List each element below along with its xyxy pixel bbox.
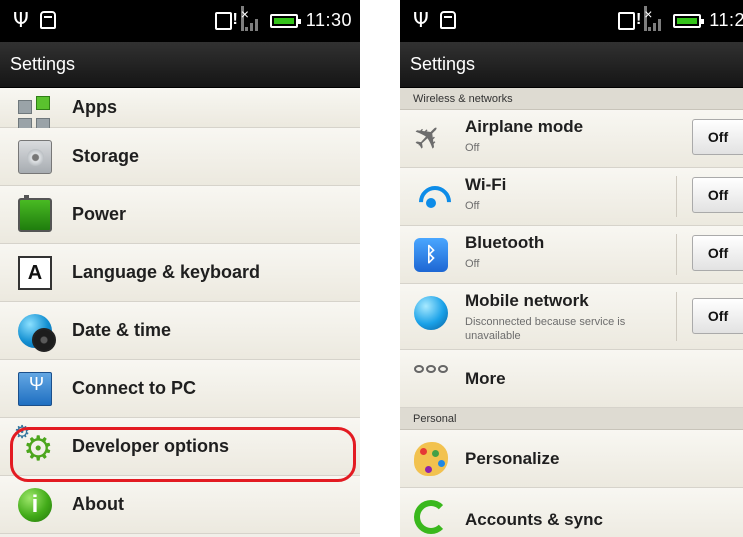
page-title: Settings	[10, 54, 76, 74]
bluetooth-icon: ᛒ	[414, 238, 448, 272]
toggle-divider	[676, 292, 677, 341]
right-phone-screen: × 11:2 Settings Wireless & networks Airp…	[400, 0, 743, 537]
settings-item-title: Airplane mode	[465, 117, 584, 136]
battery-icon	[269, 13, 301, 28]
android-debug-icon	[440, 11, 456, 29]
airplane-mode-toggle[interactable]: Off	[692, 119, 743, 155]
palette-icon	[414, 442, 448, 476]
settings-item-wifi[interactable]: Wi-Fi Off Off	[400, 168, 743, 226]
settings-item-title: Mobile network	[465, 291, 589, 310]
settings-item-label: Storage	[72, 146, 140, 166]
settings-item-accounts-sync[interactable]: Accounts & sync	[400, 488, 743, 537]
settings-item-mobile-network[interactable]: Mobile network Disconnected because serv…	[400, 284, 743, 350]
settings-item-more[interactable]: More	[400, 350, 743, 408]
bluetooth-toggle[interactable]: Off	[692, 235, 743, 271]
battery-icon	[18, 195, 52, 232]
settings-item-subtitle: Disconnected because service is unavaila…	[465, 316, 626, 342]
battery-icon	[673, 13, 705, 28]
info-icon: i	[18, 488, 52, 522]
sync-icon	[414, 500, 448, 534]
settings-item-title: Accounts & sync	[465, 510, 603, 529]
status-bar: × 11:30	[0, 0, 360, 42]
settings-item-about[interactable]: i About	[0, 476, 360, 534]
toggle-divider	[676, 176, 677, 217]
settings-item-label: Power	[72, 204, 127, 224]
globe-icon	[414, 296, 448, 330]
usb-pc-icon	[18, 372, 52, 406]
settings-item-developer-options[interactable]: Developer options	[0, 418, 360, 476]
left-phone-screen: × 11:30 Settings Apps Storage Power A La…	[0, 0, 360, 537]
settings-item-power[interactable]: Power	[0, 186, 360, 244]
section-header-personal: Personal	[400, 408, 743, 430]
settings-item-bluetooth[interactable]: ᛒ Bluetooth Off Off	[400, 226, 743, 284]
signal-icon: ×	[643, 5, 665, 31]
settings-item-apps[interactable]: Apps	[0, 88, 360, 132]
settings-item-label: Developer options	[72, 436, 230, 456]
settings-list: Wireless & networks Airplane mode Off Of…	[400, 88, 743, 537]
toggle-divider	[676, 234, 677, 275]
settings-item-label: Language & keyboard	[72, 262, 261, 282]
settings-item-subtitle: Off	[465, 200, 480, 212]
clock: 11:30	[305, 10, 352, 30]
settings-item-title: Bluetooth	[465, 233, 545, 252]
settings-item-title: Wi-Fi	[465, 175, 507, 194]
status-bar: × 11:2	[400, 0, 743, 42]
settings-item-label: About	[72, 494, 124, 514]
settings-title-bar: Settings	[0, 42, 360, 88]
gears-icon	[14, 422, 53, 469]
message-icon	[214, 11, 238, 30]
settings-item-subtitle: Off	[465, 142, 480, 154]
wifi-toggle[interactable]: Off	[692, 177, 743, 213]
settings-list: Apps Storage Power A Language & keyboard…	[0, 88, 360, 534]
more-icon	[414, 362, 448, 396]
settings-item-label: Apps	[72, 97, 117, 117]
mobile-network-toggle[interactable]: Off	[692, 298, 743, 334]
signal-icon: ×	[240, 5, 262, 31]
settings-item-storage[interactable]: Storage	[0, 128, 360, 186]
message-icon	[618, 11, 641, 30]
storage-icon	[18, 140, 52, 174]
airplane-icon	[414, 122, 448, 156]
settings-title-bar: Settings	[400, 42, 743, 88]
usb-icon	[12, 8, 30, 32]
globe-clock-icon	[18, 314, 56, 352]
keyboard-icon: A	[18, 256, 52, 290]
settings-item-date-time[interactable]: Date & time	[0, 302, 360, 360]
settings-item-title: Personalize	[465, 449, 560, 468]
section-header-wireless-networks: Wireless & networks	[400, 88, 743, 110]
settings-item-subtitle: Off	[465, 258, 480, 270]
wifi-icon	[414, 180, 448, 214]
android-debug-icon	[40, 11, 56, 29]
settings-item-label: Connect to PC	[72, 378, 196, 398]
usb-icon	[412, 8, 430, 32]
settings-item-title: More	[465, 369, 506, 388]
settings-item-personalize[interactable]: Personalize	[400, 430, 743, 488]
settings-item-airplane-mode[interactable]: Airplane mode Off Off	[400, 110, 743, 168]
settings-item-label: Date & time	[72, 320, 172, 340]
settings-item-language[interactable]: A Language & keyboard	[0, 244, 360, 302]
page-title: Settings	[410, 54, 476, 74]
clock: 11:2	[709, 10, 743, 30]
settings-item-connect-pc[interactable]: Connect to PC	[0, 360, 360, 418]
